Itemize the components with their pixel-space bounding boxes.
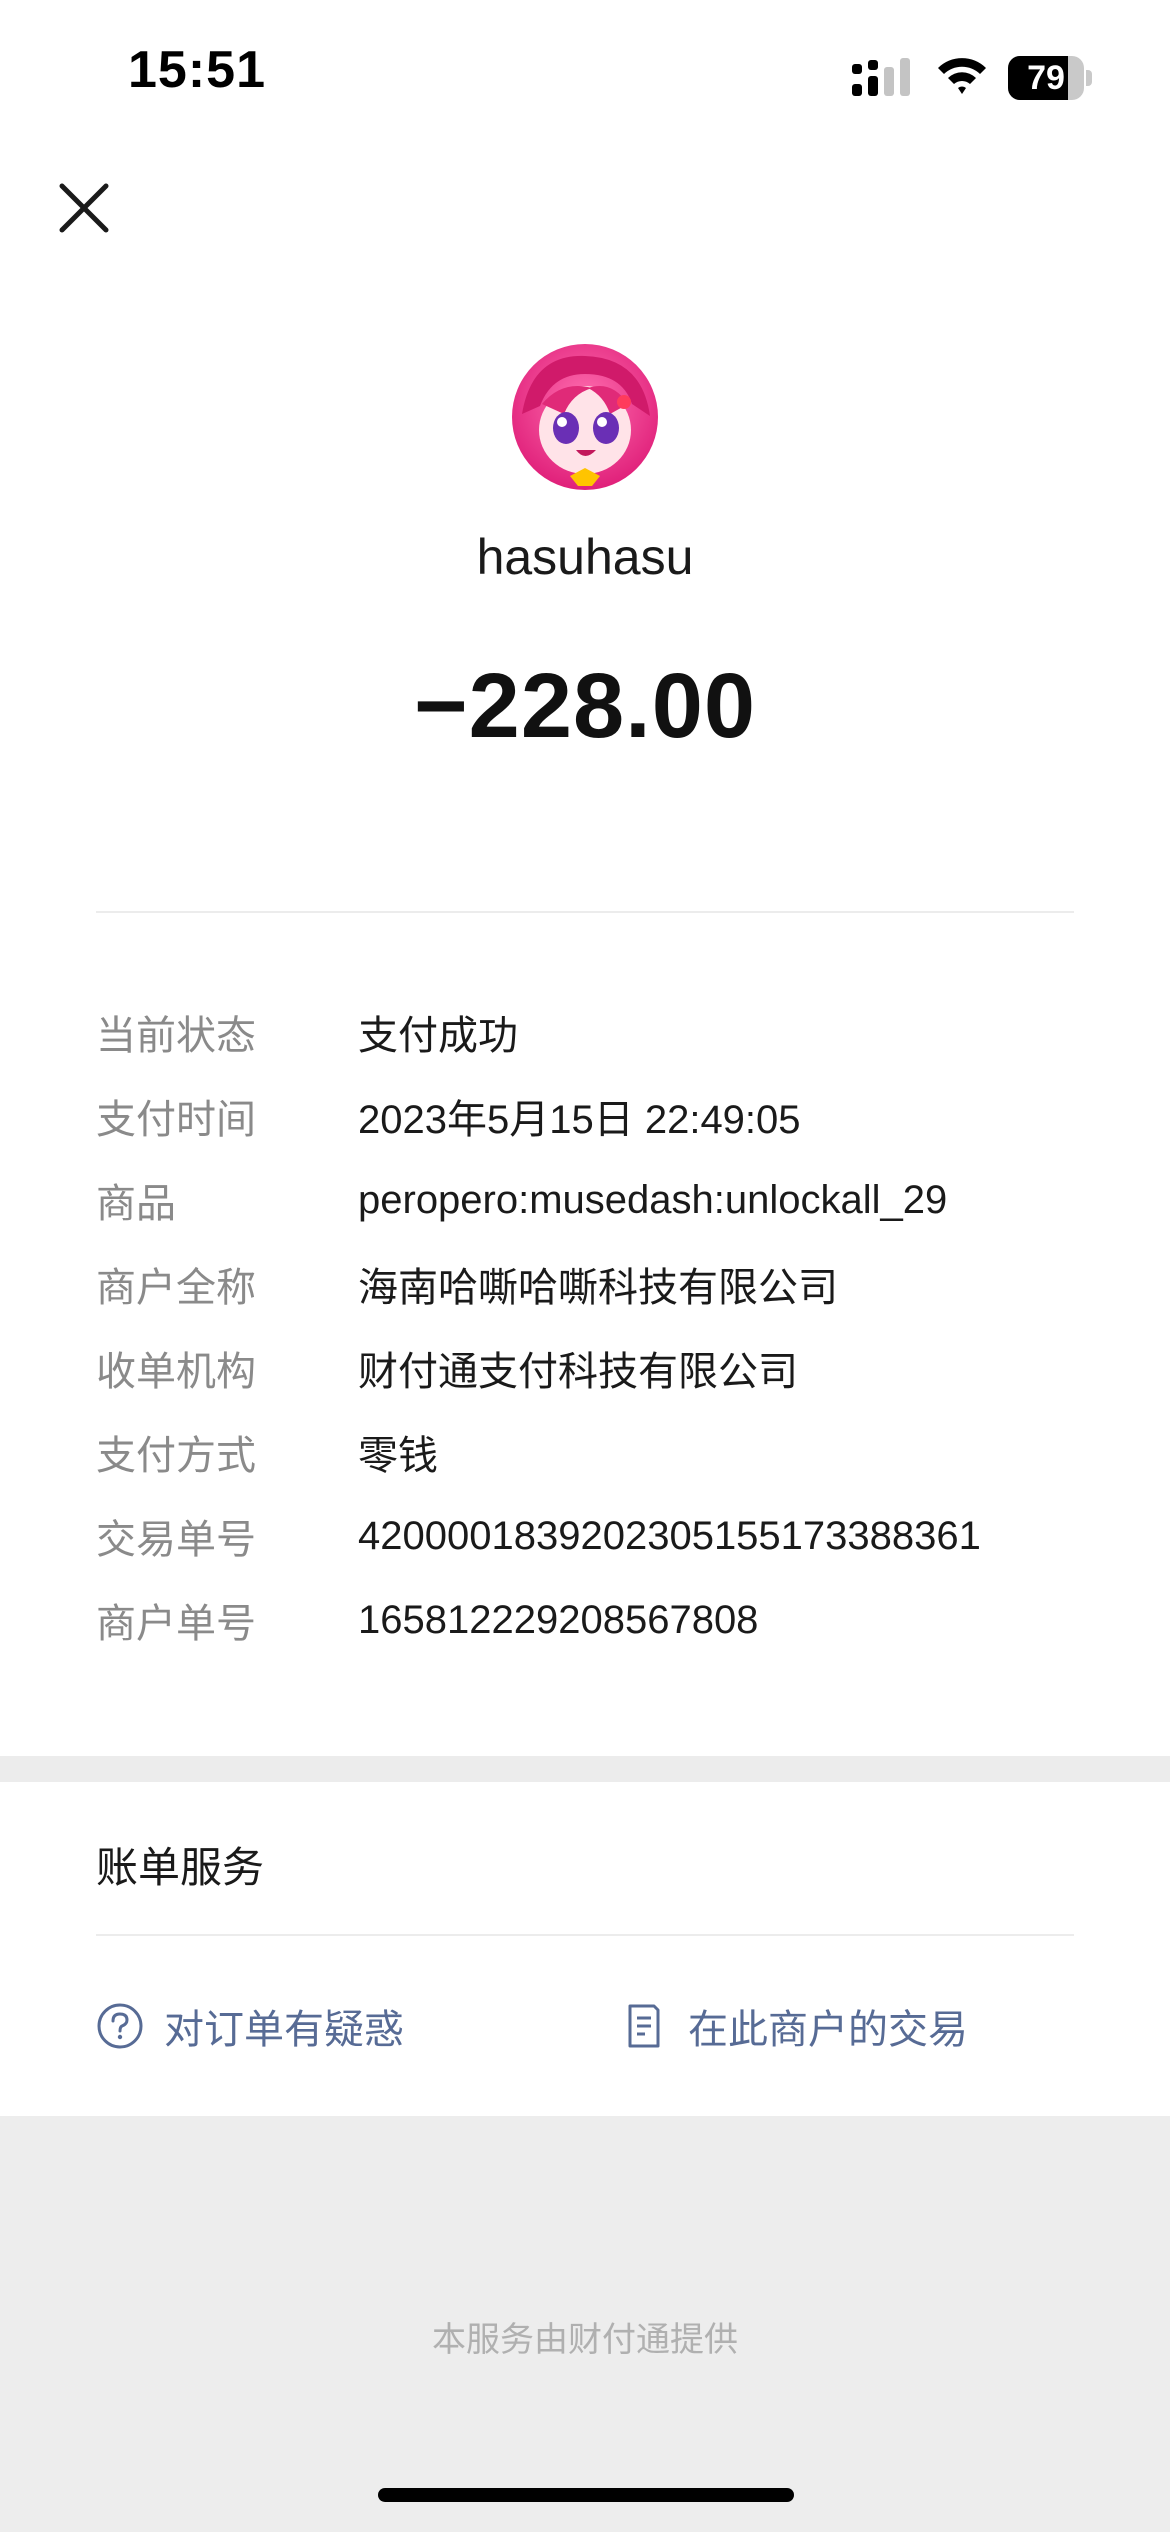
merchant-name: hasuhasu bbox=[476, 529, 694, 585]
detail-row-product: 商品 peropero:musedash:unlockall_29 bbox=[96, 1158, 1096, 1242]
battery-icon: 79 bbox=[1008, 56, 1092, 100]
anime-avatar-icon bbox=[512, 344, 658, 490]
detail-row-transaction-id: 交易单号 4200001839202305155173388361 bbox=[96, 1494, 1096, 1578]
detail-label: 交易单号 bbox=[96, 1518, 256, 1562]
detail-value: peropero:musedash:unlockall_29 bbox=[358, 1177, 948, 1222]
wifi-icon bbox=[938, 58, 986, 94]
detail-value: 2023年5月15日 22:49:05 bbox=[358, 1098, 801, 1142]
status-time: 15:51 bbox=[128, 41, 266, 99]
order-question-link[interactable]: 对订单有疑惑 bbox=[96, 1996, 404, 2056]
transaction-details: 当前状态 支付成功 支付时间 2023年5月15日 22:49:05 商品 pe… bbox=[96, 990, 1096, 1662]
detail-row-status: 当前状态 支付成功 bbox=[96, 990, 1096, 1074]
divider bbox=[96, 911, 1074, 913]
detail-row-pay-time: 支付时间 2023年5月15日 22:49:05 bbox=[96, 1074, 1096, 1158]
detail-value: 海南哈嘶哈嘶科技有限公司 bbox=[358, 1266, 838, 1310]
detail-row-payment-method: 支付方式 零钱 bbox=[96, 1410, 1096, 1494]
detail-value[interactable]: 165812229208567808 bbox=[358, 1598, 758, 1643]
payment-amount: −228.00 bbox=[413, 655, 757, 757]
detail-label: 收单机构 bbox=[96, 1350, 256, 1394]
detail-value: 零钱 bbox=[358, 1434, 438, 1478]
detail-label: 商户全称 bbox=[96, 1266, 256, 1310]
merchant-avatar bbox=[512, 344, 658, 490]
detail-row-merchant-full-name: 商户全称 海南哈嘶哈嘶科技有限公司 bbox=[96, 1242, 1096, 1326]
detail-label: 当前状态 bbox=[96, 1014, 256, 1058]
detail-label: 支付时间 bbox=[96, 1098, 256, 1142]
battery-percent: 79 bbox=[1027, 59, 1065, 97]
detail-value: 财付通支付科技有限公司 bbox=[358, 1350, 798, 1394]
detail-row-merchant-order-id: 商户单号 165812229208567808 bbox=[96, 1578, 1096, 1662]
detail-label: 商品 bbox=[96, 1182, 176, 1226]
detail-label: 商户单号 bbox=[96, 1602, 256, 1646]
detail-value: 支付成功 bbox=[358, 1014, 518, 1058]
detail-value[interactable]: 4200001839202305155173388361 bbox=[358, 1514, 981, 1559]
detail-label: 支付方式 bbox=[96, 1434, 256, 1478]
section-separator bbox=[0, 1756, 1170, 1782]
signal-icon bbox=[852, 58, 910, 96]
question-circle-icon bbox=[97, 2003, 143, 2049]
detail-row-acquirer: 收单机构 财付通支付科技有限公司 bbox=[96, 1326, 1096, 1410]
close-icon[interactable] bbox=[52, 176, 116, 240]
footer-provider-text: 本服务由财付通提供 bbox=[432, 2321, 738, 2359]
divider bbox=[96, 1934, 1074, 1936]
home-indicator[interactable] bbox=[378, 2488, 794, 2502]
order-question-label: 对订单有疑惑 bbox=[164, 2008, 404, 2052]
merchant-transactions-link[interactable]: 在此商户的交易 bbox=[620, 1996, 968, 2056]
bill-service-title: 账单服务 bbox=[96, 1844, 265, 1891]
merchant-transactions-label: 在此商户的交易 bbox=[688, 2008, 968, 2052]
document-icon bbox=[628, 2004, 660, 2048]
